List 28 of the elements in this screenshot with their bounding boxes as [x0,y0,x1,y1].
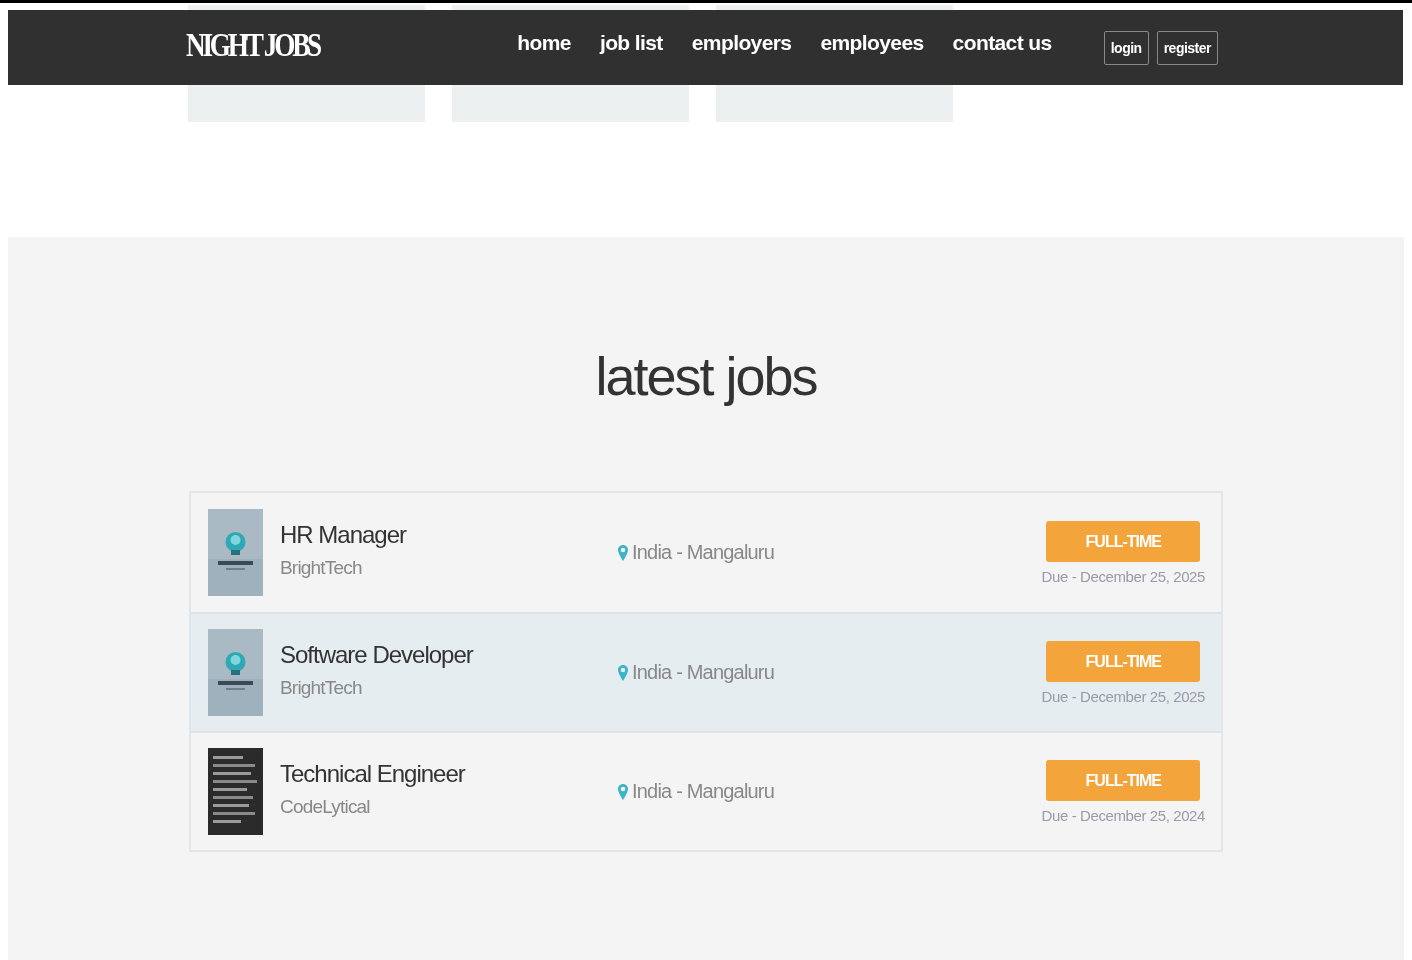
due-date: Due - December 25, 2025 [1041,687,1205,705]
job-row[interactable]: Software Developer BrightTech India - Mangaluru FULL-TIME Due - December 25, 2025 [191,612,1221,731]
site-logo[interactable]: NIGHT JOBS [186,25,320,64]
login-button[interactable]: login [1103,30,1149,65]
job-title[interactable]: Software Developer [280,640,610,669]
job-type-badge: FULL-TIME [1046,759,1201,801]
nav-link[interactable]: home [517,30,571,55]
due-date: Due - December 25, 2025 [1041,567,1205,585]
job-location: India - Mangaluru [632,541,775,564]
company-name: CodeLytical [280,795,371,818]
nav-link[interactable]: employers [691,30,792,55]
nav-link[interactable]: job list [599,30,663,55]
nav-link[interactable]: employees [820,30,924,55]
job-title[interactable]: HR Manager [280,520,610,549]
register-button[interactable]: register [1156,30,1218,65]
job-location: India - Mangaluru [632,661,775,684]
company-name: BrightTech [280,556,363,579]
job-type-badge: FULL-TIME [1046,520,1201,562]
section-title: latest jobs [595,345,817,407]
nav-link[interactable]: contact us [952,30,1052,55]
due-date: Due - December 25, 2024 [1041,806,1205,824]
job-title[interactable]: Technical Engineer [280,759,610,788]
location-pin-icon [618,544,628,561]
location-pin-icon [618,664,628,681]
job-location: India - Mangaluru [632,780,775,803]
location-pin-icon [618,783,628,800]
company-name: BrightTech [280,676,363,699]
job-type-badge: FULL-TIME [1046,640,1201,682]
